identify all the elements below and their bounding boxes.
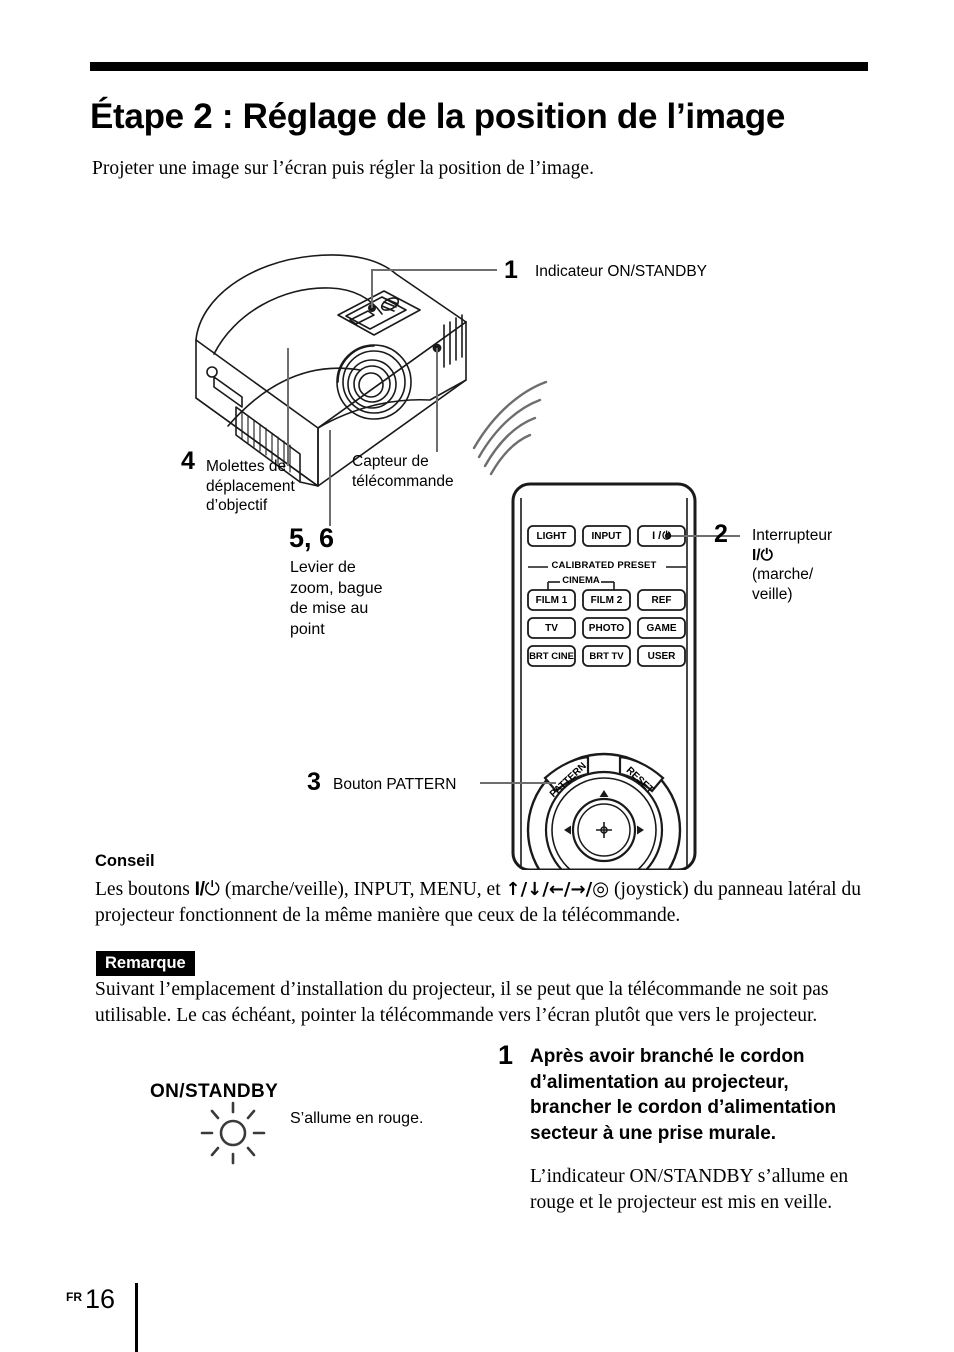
- tip-text-part2: (marche/veille), INPUT, MENU, et: [219, 879, 506, 900]
- standby-icon: ⏻: [662, 529, 671, 542]
- callout-label-pattern-button: Bouton PATTERN: [333, 776, 457, 793]
- footer-page-number: 16: [85, 1284, 116, 1314]
- remote-button-ref[interactable]: REF: [638, 590, 685, 610]
- step-number: 1: [498, 1040, 514, 1070]
- callout-number-3: 3: [307, 768, 321, 796]
- power-switch-symbol: I/: [752, 546, 761, 564]
- standby-icon: ⏻: [204, 877, 220, 900]
- title-divider-rule: [90, 62, 868, 71]
- ir-sensor-line1: Capteur de: [352, 453, 429, 470]
- cinema-group-label: CINEMA: [562, 575, 600, 586]
- zoom-focus-line3: de mise au: [290, 600, 369, 617]
- remote-button-light[interactable]: LIGHT: [528, 526, 575, 546]
- note-paragraph: Suivant l’emplacement d’installation du …: [95, 979, 829, 1026]
- standby-icon: ⏻: [760, 545, 773, 564]
- remote-button-input[interactable]: INPUT: [583, 526, 630, 546]
- zoom-focus-line1: Levier de: [290, 559, 356, 576]
- remote-button-game[interactable]: GAME: [638, 618, 685, 638]
- power-switch-line4: veille): [752, 585, 793, 603]
- callout-label-ir-sensor: Capteur de télécommande: [352, 452, 482, 491]
- remote-button-brt-cine[interactable]: BRT CINE: [528, 646, 575, 666]
- step-title: Après avoir branché le cordon d’alimenta…: [530, 1046, 837, 1144]
- remote-button-film1[interactable]: FILM 1: [528, 590, 575, 610]
- ir-signal-waves: [472, 380, 548, 476]
- power-switch-line1: Interrupteur: [752, 527, 833, 544]
- callout-number-1: 1: [504, 256, 518, 284]
- indicator-glow-icon: [200, 1101, 266, 1165]
- lens-shift-line2: déplacement: [206, 477, 295, 495]
- joystick-icon: ◎: [592, 877, 610, 900]
- power-symbol: I/: [194, 878, 205, 900]
- remote-button-user[interactable]: USER: [638, 646, 685, 666]
- zoom-focus-line2: zoom, bague: [290, 579, 383, 597]
- lens-shift-line3: d’objectif: [206, 497, 268, 514]
- intro-paragraph: Projeter une image sur l’écran puis régl…: [92, 157, 594, 179]
- step-description: L’indicateur ON/STANDBY s’allume en roug…: [530, 1166, 849, 1213]
- power-button-label: I /: [652, 530, 662, 542]
- footer-divider-rule: [135, 1283, 138, 1352]
- indicator-caption: S’allume en rouge.: [290, 1110, 424, 1127]
- page-title: Étape 2 : Réglage de la position de l’im…: [90, 97, 786, 137]
- power-switch-line3: (marche/: [752, 566, 814, 583]
- remote-button-film2[interactable]: FILM 2: [583, 590, 630, 610]
- tip-heading: Conseil: [95, 852, 155, 870]
- lens-shift-line1: Molettes de: [206, 458, 287, 475]
- callout-label-power-switch: Interrupteur I/⏻ (marche/ veille): [752, 526, 882, 604]
- remote-button-photo[interactable]: PHOTO: [583, 618, 630, 638]
- document-page: Étape 2 : Réglage de la position de l’im…: [0, 0, 954, 1352]
- callout-label-zoom-focus: Levier de zoom, bague de mise au point: [290, 558, 420, 640]
- remote-button-power[interactable]: I / ⏻: [638, 526, 685, 546]
- footer-language-code: FR: [66, 1290, 82, 1304]
- callout-label-lens-shift: Molettes de déplacement d’objectif: [206, 457, 326, 516]
- power-switch-line2: I/⏻: [752, 546, 882, 566]
- calibrated-preset-label: CALIBRATED PRESET: [551, 560, 657, 571]
- zoom-focus-line4: point: [290, 620, 325, 638]
- callout-number-5-6: 5, 6: [289, 523, 335, 553]
- figure-projector-and-remote: LIGHT INPUT I / ⏻ CALIBRATED PRESET CINEM…: [0, 230, 954, 870]
- ir-sensor-line2: télécommande: [352, 472, 454, 490]
- remote-button-brt-tv[interactable]: BRT TV: [583, 646, 630, 666]
- callout-label-indicator: Indicateur ON/STANDBY: [535, 263, 707, 280]
- callout-number-2: 2: [714, 520, 728, 548]
- remote-button-tv[interactable]: TV: [528, 618, 575, 638]
- note-badge: Remarque: [96, 951, 195, 976]
- tip-text-part1: Les boutons: [95, 879, 195, 900]
- tip-paragraph: Les boutons I/⏻ (marche/veille), INPUT, …: [95, 876, 867, 928]
- callout-number-4: 4: [181, 447, 195, 475]
- joystick-arrows-icon: ↑/↓/←/→/: [505, 879, 593, 900]
